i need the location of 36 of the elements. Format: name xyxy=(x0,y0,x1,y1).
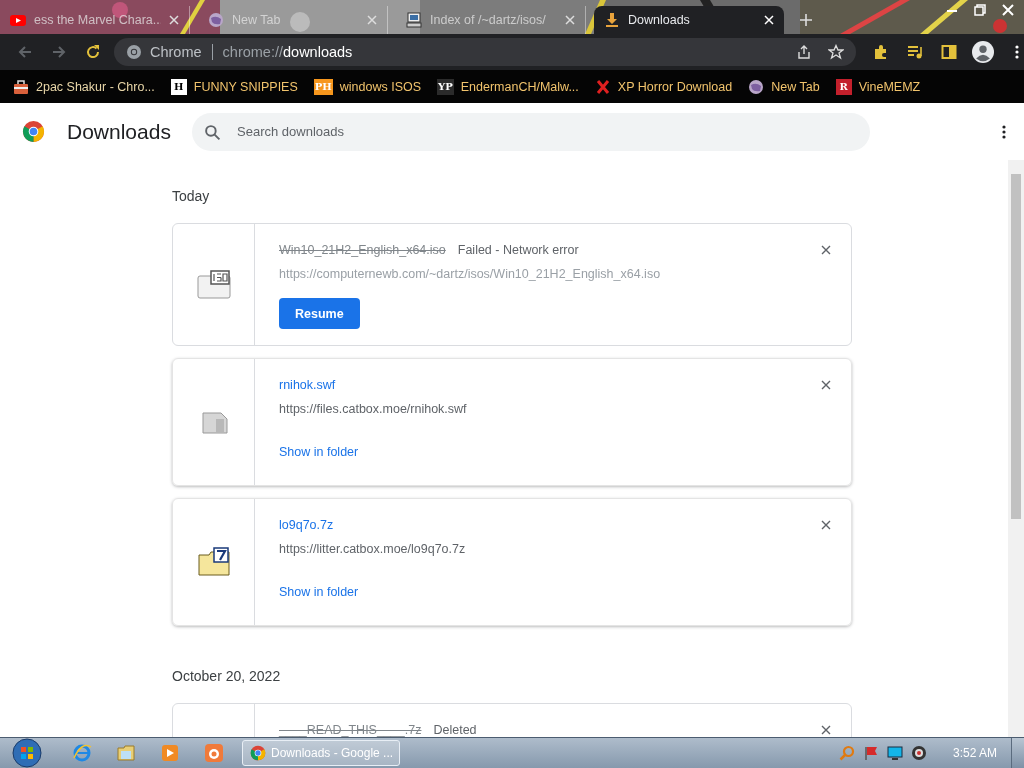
file-name: ____READ_THIS____.7z xyxy=(279,723,422,737)
address-bar[interactable]: Chrome chrome://downloads xyxy=(114,38,856,66)
show-in-folder-link[interactable]: Show in folder xyxy=(279,585,359,599)
download-status: Deleted xyxy=(433,723,477,737)
date-heading: Today xyxy=(172,188,211,204)
search-field[interactable]: Search downloads xyxy=(192,112,870,151)
bookmark[interactable]: PH windows ISOS xyxy=(310,78,425,95)
tab-title: ess the Marvel Chara... xyxy=(34,13,161,27)
tab-title: New Tab xyxy=(232,13,282,27)
clock: 3:52 AM xyxy=(952,746,997,760)
bookmark[interactable]: YP EndermanCH/Malw... xyxy=(434,78,582,95)
url-text: chrome://downloads xyxy=(222,44,353,60)
download-status: Failed - Network error xyxy=(457,243,579,257)
show-in-folder-link[interactable]: Show in folder xyxy=(279,445,359,459)
bookmark[interactable]: XP Horror Download xyxy=(591,78,736,95)
tab-title: Index of /~dartz/isos/ xyxy=(430,13,547,27)
bookmark[interactable]: New Tab xyxy=(745,78,823,95)
letter-icon: PH xyxy=(313,78,333,95)
tab-title: Downloads xyxy=(628,13,691,27)
letter-icon: YP xyxy=(437,78,454,95)
bookmark[interactable]: 2pac Shakur - Chro... xyxy=(10,78,158,95)
file-link[interactable]: lo9q7o.7z xyxy=(279,518,334,532)
resume-button[interactable]: Resume xyxy=(279,298,360,329)
source-url: https://files.catbox.moe/rnihok.swf xyxy=(279,402,467,416)
bookmark[interactable]: R VineMEMZ xyxy=(832,78,924,95)
bookmark[interactable]: H FUNNY SNIPPIES xyxy=(167,78,301,95)
file-name: Win10_21H2_English_x64.iso xyxy=(279,243,446,257)
site-label: Chrome xyxy=(150,44,202,60)
browser-tab[interactable]: Downloads xyxy=(594,6,784,34)
page-title: Downloads xyxy=(67,119,172,144)
source-url: https://computernewb.com/~dartz/isos/Win10_21H2_English_x64.iso xyxy=(279,267,661,281)
letter-icon: H xyxy=(170,78,187,95)
letter-icon: R xyxy=(835,78,852,95)
date-heading: October 20, 2022 xyxy=(172,668,282,684)
source-url: https://litter.catbox.moe/lo9q7o.7z xyxy=(279,542,466,556)
file-link[interactable]: rnihok.swf xyxy=(279,378,336,392)
